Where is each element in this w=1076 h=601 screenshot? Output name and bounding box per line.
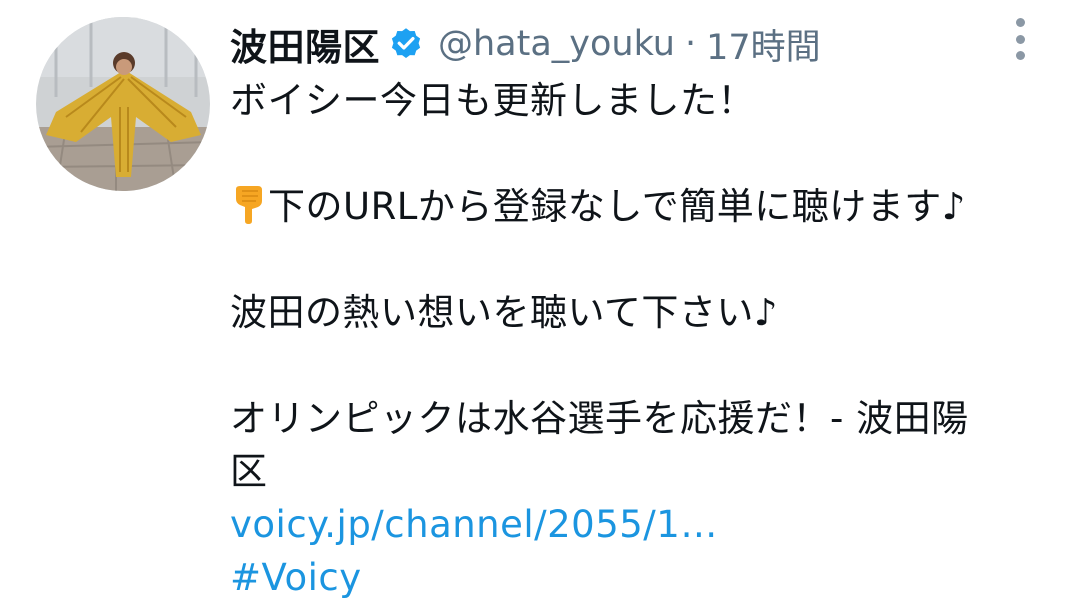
tweet-line-with-emoji: 下のURLから登録なしで簡単に聴けます♪ [230, 180, 1030, 233]
more-dot [1015, 51, 1025, 60]
user-handle[interactable]: @hata_youku [438, 24, 675, 64]
separator-dot: · [685, 24, 697, 64]
hashtag-link[interactable]: #Voicy [230, 551, 1030, 601]
tweet-text: ボイシー今日も更新しました！ 下のURLから登録なしで簡単に聴けます♪ 波田の熱… [230, 74, 1030, 601]
tweet-line: 区 [230, 450, 268, 493]
avatar[interactable] [36, 17, 210, 191]
tweet-header: 波田陽区 @hata_youku · 17時間 [230, 14, 821, 74]
tweet-line: ボイシー今日も更新しました！ [230, 79, 755, 122]
line-break [230, 339, 1030, 392]
more-options-icon[interactable] [1008, 18, 1032, 60]
tweet[interactable]: 波田陽区 @hata_youku · 17時間 ボイシー今日も更新しました！ 下… [0, 0, 1076, 601]
tweet-line-text: 下のURLから登録なしで簡単に聴けます♪ [268, 185, 966, 228]
line-break [230, 127, 1030, 180]
avatar-photo [36, 17, 210, 191]
tweet-line: 波田の熱い想いを聴いて下さい♪ [230, 291, 779, 334]
pointing-down-emoji-icon [230, 185, 266, 225]
tweet-line: オリンピックは水谷選手を応援だ！- 波田陽 [230, 397, 969, 440]
tweet-link[interactable]: voicy.jp/channel/2055/1… [230, 498, 1030, 551]
timestamp[interactable]: 17時間 [706, 19, 821, 70]
verified-badge-icon [388, 26, 424, 62]
more-dot [1015, 34, 1025, 44]
display-name[interactable]: 波田陽区 [230, 17, 380, 71]
more-dot [1015, 18, 1025, 27]
line-break [230, 233, 1030, 286]
